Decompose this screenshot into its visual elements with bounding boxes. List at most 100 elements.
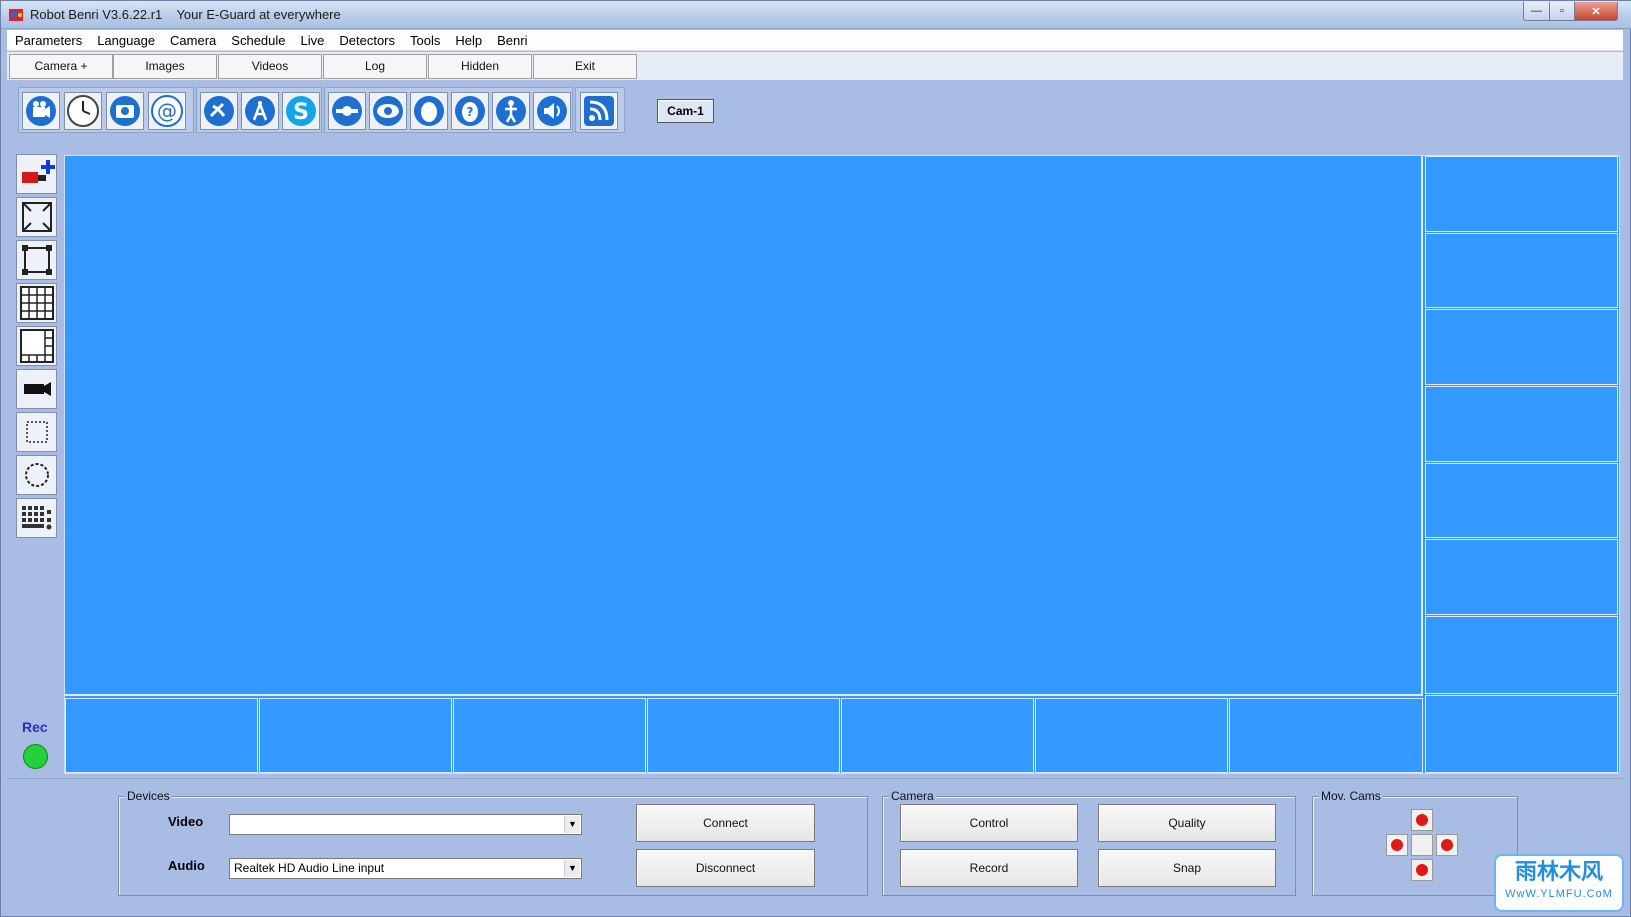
- face-icon[interactable]: [410, 92, 448, 130]
- camera-thumbnail-cell[interactable]: [1425, 539, 1618, 615]
- disconnect-button[interactable]: Disconnect: [636, 849, 815, 887]
- toolbar-group-capture: @: [18, 87, 194, 133]
- add-camera-icon[interactable]: [16, 154, 57, 194]
- selection-icon[interactable]: [16, 412, 57, 452]
- camera-thumbnail-cell[interactable]: [1425, 309, 1618, 385]
- toolbar-group-network: S: [196, 87, 322, 133]
- close-button[interactable]: ✕: [1574, 2, 1618, 21]
- snap-button[interactable]: Snap: [1098, 849, 1276, 887]
- control-button[interactable]: Control: [900, 804, 1078, 842]
- menu-parameters[interactable]: Parameters: [7, 30, 89, 51]
- camera-thumbnail-cell[interactable]: [1425, 695, 1618, 773]
- chevron-down-icon[interactable]: ▼: [564, 816, 580, 833]
- clock-icon[interactable]: [64, 92, 102, 130]
- camera-thumbnail-cell[interactable]: [453, 698, 646, 773]
- keypad-icon[interactable]: [16, 498, 57, 538]
- face-help-icon[interactable]: ?: [451, 92, 489, 130]
- rss-feed-icon[interactable]: [580, 92, 618, 130]
- camera-thumbnail-cell[interactable]: [841, 698, 1034, 773]
- audio-label: Audio: [168, 858, 205, 873]
- move-down-icon[interactable]: [1411, 859, 1433, 881]
- person-icon[interactable]: [492, 92, 530, 130]
- chevron-down-icon[interactable]: ▼: [564, 860, 580, 877]
- rec-label: Rec: [22, 719, 48, 735]
- tab-hidden[interactable]: Hidden: [428, 54, 532, 79]
- menu-camera[interactable]: Camera: [162, 30, 223, 51]
- audio-device-value: Realtek HD Audio Line input: [234, 861, 385, 875]
- bottom-panel: Devices Video ▼ Audio Realtek HD Audio L…: [7, 778, 1623, 913]
- pan-tilt-icon[interactable]: [328, 92, 366, 130]
- video-device-select[interactable]: ▼: [229, 814, 582, 835]
- layout-view-icon[interactable]: [16, 326, 57, 366]
- grid-view-icon[interactable]: [16, 283, 57, 323]
- video-camera-icon[interactable]: [16, 369, 57, 409]
- video-label: Video: [168, 814, 204, 829]
- watermark-main-text: 雨林木风: [1514, 859, 1603, 884]
- devices-group: Devices Video ▼ Audio Realtek HD Audio L…: [118, 789, 868, 896]
- menu-help[interactable]: Help: [447, 30, 489, 51]
- toolbar-group-feed: [575, 87, 625, 133]
- menu-tools[interactable]: Tools: [402, 30, 447, 51]
- camera-thumbnail-cell[interactable]: [259, 698, 452, 773]
- camera-thumbnail-cell[interactable]: [647, 698, 840, 773]
- fit-window-icon[interactable]: [16, 240, 57, 280]
- move-center-icon[interactable]: [1411, 834, 1433, 856]
- svg-text:?: ?: [467, 105, 474, 119]
- menu-bar: Parameters Language Camera Schedule Live…: [7, 30, 1623, 51]
- camera-thumbnail-cell[interactable]: [1425, 616, 1618, 694]
- move-up-icon[interactable]: [1411, 809, 1433, 831]
- camera-thumbnail-cell[interactable]: [1425, 156, 1618, 232]
- svg-text:S: S: [293, 100, 309, 125]
- main-camera-view[interactable]: [65, 156, 1423, 696]
- watermark-logo: 雨林木风 WwW.YLMFU.CoM: [1494, 854, 1624, 912]
- app-logo-icon: [8, 7, 24, 23]
- camera-thumbnail-cell[interactable]: [65, 698, 258, 773]
- camera-thumbnail-cell[interactable]: [1425, 386, 1618, 462]
- move-right-icon[interactable]: [1436, 834, 1458, 856]
- menu-language[interactable]: Language: [89, 30, 162, 51]
- camera-thumbnail-cell[interactable]: [1035, 698, 1228, 773]
- minimize-button[interactable]: —: [1523, 2, 1550, 21]
- toolbar-group-detectors: ?: [324, 87, 573, 133]
- rotate-icon[interactable]: [16, 455, 57, 495]
- video-view-area: [64, 155, 1620, 774]
- email-at-icon[interactable]: @: [148, 92, 186, 130]
- speaker-icon[interactable]: [533, 92, 571, 130]
- camera-thumbnail-cell[interactable]: [1425, 463, 1618, 538]
- camera-thumbnail-cell[interactable]: [1425, 233, 1618, 308]
- tab-strip: Camera + Images Videos Log Hidden Exit: [7, 52, 1623, 80]
- svg-text:@: @: [157, 99, 177, 123]
- tab-images[interactable]: Images: [113, 54, 217, 79]
- tab-camera-plus[interactable]: Camera +: [9, 54, 113, 79]
- watermark-url-text: WwW.YLMFU.CoM: [1505, 888, 1613, 900]
- devices-legend: Devices: [125, 789, 172, 803]
- record-button[interactable]: Record: [900, 849, 1078, 887]
- tab-log[interactable]: Log: [323, 54, 427, 79]
- fullscreen-icon[interactable]: [16, 197, 57, 237]
- mov-cams-group: Mov. Cams: [1312, 789, 1518, 896]
- satellite-dish-icon[interactable]: [200, 92, 238, 130]
- recording-status-indicator: [23, 744, 48, 769]
- tab-exit[interactable]: Exit: [533, 54, 637, 79]
- menu-live[interactable]: Live: [293, 30, 332, 51]
- antenna-icon[interactable]: [241, 92, 279, 130]
- audio-device-select[interactable]: Realtek HD Audio Line input ▼: [229, 858, 582, 879]
- camera-icon[interactable]: [106, 92, 144, 130]
- maximize-button[interactable]: ▫: [1549, 2, 1575, 21]
- menu-detectors[interactable]: Detectors: [331, 30, 402, 51]
- menu-benri[interactable]: Benri: [489, 30, 534, 51]
- menu-schedule[interactable]: Schedule: [223, 30, 292, 51]
- camera-name-label: Cam-1: [657, 99, 714, 123]
- camera-legend: Camera: [889, 789, 936, 803]
- title-bar[interactable]: Robot Benri V3.6.22.r1 Your E-Guard at e…: [1, 1, 1631, 29]
- quality-button[interactable]: Quality: [1098, 804, 1276, 842]
- tab-videos[interactable]: Videos: [218, 54, 322, 79]
- skype-icon[interactable]: S: [282, 92, 320, 130]
- mov-cams-legend: Mov. Cams: [1319, 789, 1383, 803]
- move-left-icon[interactable]: [1386, 834, 1408, 856]
- webcam-icon[interactable]: [22, 92, 60, 130]
- camera-group: Camera Control Quality Record Snap: [882, 789, 1296, 896]
- camera-thumbnail-cell[interactable]: [1229, 698, 1423, 773]
- eye-icon[interactable]: [369, 92, 407, 130]
- connect-button[interactable]: Connect: [636, 804, 815, 842]
